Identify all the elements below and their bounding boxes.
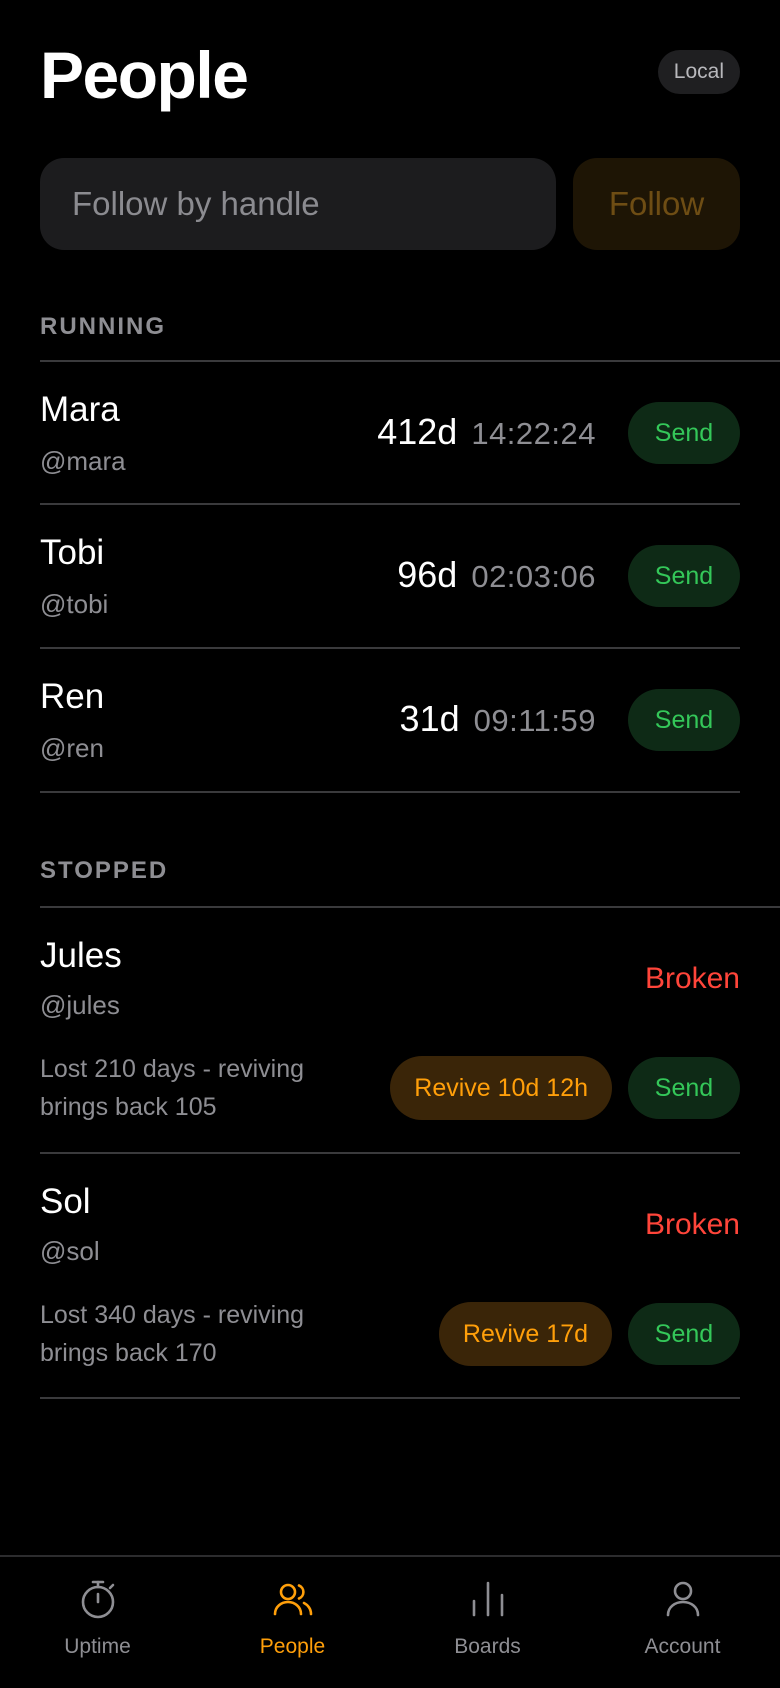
uptime-counter: 412d 14:22:24: [377, 411, 596, 453]
tab-boards[interactable]: Boards: [390, 1557, 585, 1688]
uptime-days: 96d: [397, 554, 458, 595]
follow-button[interactable]: Follow: [573, 158, 740, 250]
mode-badge: Local: [657, 50, 740, 94]
person-name: Tobi: [40, 533, 105, 572]
tab-people[interactable]: People: [195, 1557, 390, 1688]
person-name: Ren: [40, 677, 105, 716]
person-icon: [666, 1581, 699, 1617]
person-handle: @mara: [40, 446, 126, 476]
section-label-stopped: STOPPED: [40, 857, 169, 884]
tab-label: Account: [644, 1635, 721, 1658]
divider: [40, 1397, 740, 1399]
person-row-sol[interactable]: Sol @sol Broken Lost 340 days - reviving…: [40, 1154, 740, 1398]
uptime-counter: 31d 09:11:59: [400, 698, 596, 740]
send-button[interactable]: Send: [628, 545, 740, 607]
header: People Local: [40, 40, 740, 110]
divider: [40, 791, 740, 793]
people-icon: [273, 1583, 312, 1616]
person-handle: @sol: [40, 1236, 100, 1266]
person-row-mara[interactable]: Mara @mara 412d 14:22:24 Send: [40, 362, 740, 504]
revive-button[interactable]: Revive 17d: [438, 1302, 612, 1366]
tab-bar: Uptime People Boards Account: [0, 1555, 780, 1688]
tab-label: Uptime: [64, 1635, 131, 1658]
loss-note: Lost 210 days - reviving brings back 105: [40, 1055, 305, 1121]
loss-note: Lost 340 days - reviving brings back 170: [40, 1301, 305, 1367]
send-button[interactable]: Send: [628, 402, 740, 464]
person-row-jules[interactable]: Jules @jules Broken Lost 210 days - revi…: [40, 908, 740, 1152]
tab-uptime[interactable]: Uptime: [0, 1557, 195, 1688]
follow-handle-input[interactable]: [40, 158, 556, 250]
section-label-running: RUNNING: [40, 313, 166, 340]
uptime-clock: 09:11:59: [473, 703, 596, 738]
uptime-clock: 02:03:06: [471, 559, 596, 594]
send-button[interactable]: Send: [628, 1057, 740, 1119]
page-title: People: [40, 38, 249, 112]
uptime-counter: 96d 02:03:06: [397, 554, 596, 596]
person-handle: @ren: [40, 733, 104, 763]
status-broken-label: Broken: [644, 962, 740, 995]
person-name: Sol: [40, 1182, 91, 1221]
send-button[interactable]: Send: [628, 1303, 740, 1365]
tab-account[interactable]: Account: [585, 1557, 780, 1688]
stopwatch-icon: [81, 1580, 114, 1619]
uptime-clock: 14:22:24: [471, 416, 596, 451]
person-handle: @tobi: [40, 589, 109, 619]
person-handle: @jules: [40, 990, 120, 1020]
uptime-days: 31d: [399, 698, 460, 739]
tab-label: People: [259, 1635, 326, 1658]
send-button[interactable]: Send: [628, 689, 740, 751]
person-row-ren[interactable]: Ren @ren 31d 09:11:59 Send: [40, 649, 740, 791]
uptime-days: 412d: [377, 411, 458, 452]
person-name: Jules: [40, 936, 122, 975]
person-name: Mara: [40, 390, 120, 429]
tab-label: Boards: [454, 1635, 521, 1658]
status-broken-label: Broken: [644, 1208, 740, 1241]
follow-row: Follow: [40, 158, 740, 250]
bar-chart-icon: [472, 1581, 503, 1617]
people-screen: People Local Follow RUNNING Mara @mara 4…: [0, 0, 780, 1688]
revive-button[interactable]: Revive 10d 12h: [390, 1056, 612, 1120]
person-row-tobi[interactable]: Tobi @tobi 96d 02:03:06 Send: [40, 505, 740, 647]
